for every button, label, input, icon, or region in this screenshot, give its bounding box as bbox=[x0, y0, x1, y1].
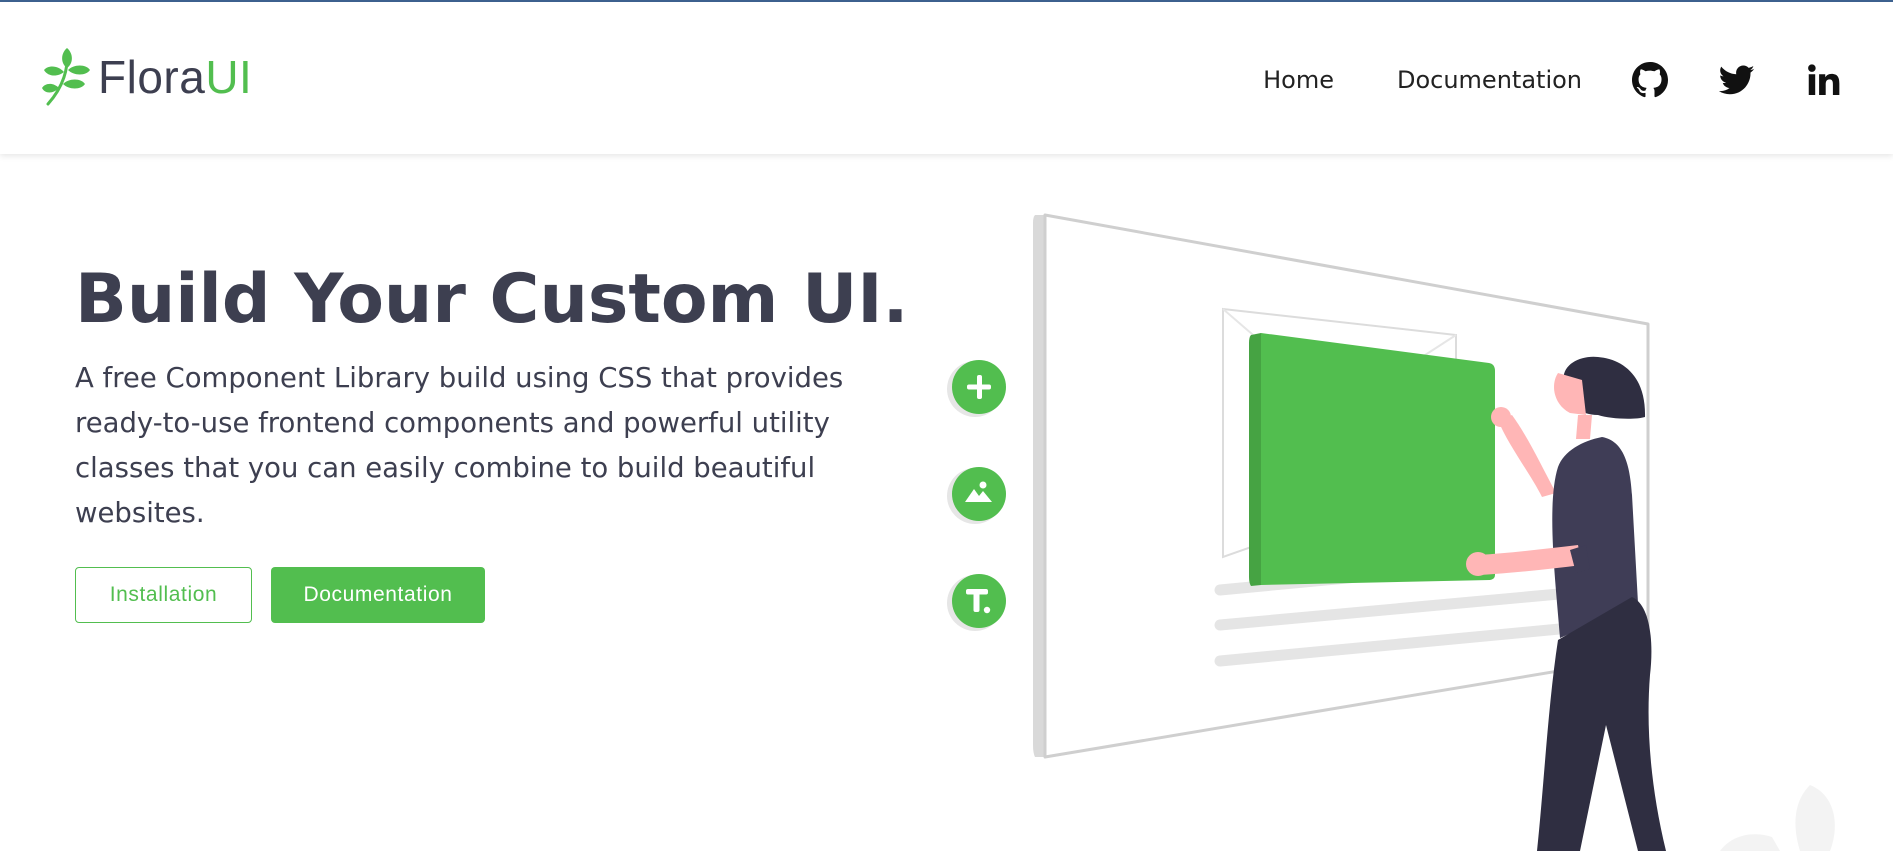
hero-title: Build Your Custom UI. bbox=[75, 260, 909, 339]
twitter-icon[interactable] bbox=[1719, 62, 1755, 98]
hero-description: A free Component Library build using CSS… bbox=[75, 362, 844, 529]
hero-illustration bbox=[930, 205, 1893, 851]
leaf-sprig-icon bbox=[42, 48, 90, 106]
documentation-button[interactable]: Documentation bbox=[271, 567, 485, 623]
brand-name-flora: Flora bbox=[98, 51, 206, 103]
nav-link-documentation[interactable]: Documentation bbox=[1397, 54, 1582, 106]
brand-name: FloraUI bbox=[98, 54, 252, 100]
navbar: FloraUI Home Documentation bbox=[0, 2, 1893, 154]
brand-name-ui: UI bbox=[205, 51, 253, 103]
add-image-button[interactable] bbox=[946, 463, 1008, 525]
add-element-button[interactable] bbox=[946, 356, 1008, 418]
github-icon[interactable] bbox=[1632, 62, 1668, 98]
linkedin-icon[interactable] bbox=[1805, 62, 1841, 98]
text-icon bbox=[947, 574, 1006, 631]
image-icon bbox=[947, 467, 1006, 524]
brand-logo[interactable]: FloraUI bbox=[42, 44, 252, 110]
hero-illustration-art bbox=[1033, 213, 1835, 851]
plus-icon bbox=[947, 360, 1006, 417]
nav-link-home[interactable]: Home bbox=[1263, 54, 1334, 106]
installation-button[interactable]: Installation bbox=[75, 567, 252, 623]
add-text-button[interactable] bbox=[946, 570, 1008, 632]
